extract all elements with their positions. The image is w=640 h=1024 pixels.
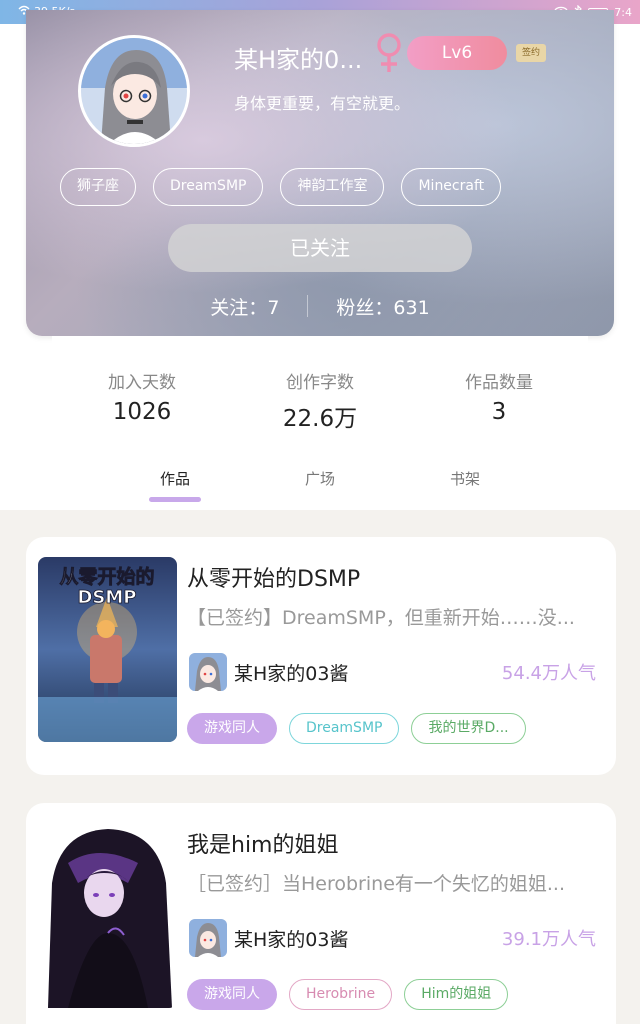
stats-divider: [307, 295, 309, 317]
book-description: ［已签约］当Herobrine有一个失忆的姐姐...: [187, 873, 565, 895]
profile-card: 某H家的0... Lv6 签约 身体更重要，有空就更。 狮子座 DreamSMP…: [26, 10, 614, 336]
stat-days-value: 1026: [112, 399, 172, 425]
tab-works[interactable]: 作品: [135, 468, 215, 489]
status-time: 7:4: [614, 6, 632, 19]
book-cover[interactable]: [38, 823, 177, 1008]
signed-badge: 签约: [516, 44, 546, 62]
stat-days: 加入天数 1026: [52, 368, 232, 425]
stat-words: 创作字数 22.6万: [230, 368, 410, 433]
author-avatar[interactable]: [189, 653, 227, 691]
profile-tag[interactable]: 狮子座: [60, 168, 136, 206]
author-avatar-art: [189, 653, 227, 691]
book-description: 【已签约】DreamSMP，但重新开始……没...: [187, 607, 575, 629]
stat-works-label: 作品数量: [465, 373, 533, 393]
tab-square[interactable]: 广场: [280, 468, 360, 489]
profile-tags: 狮子座 DreamSMP 神韵工作室 Minecraft: [60, 168, 502, 206]
popularity: 39.1万人气: [501, 929, 596, 950]
following-stat[interactable]: 关注：7: [210, 293, 279, 320]
stat-words-value: 22.6万: [282, 406, 358, 432]
cover-title-line2: DSMP: [77, 587, 136, 608]
avatar[interactable]: [78, 35, 190, 147]
book-tags: 游戏同人 Herobrine Him的姐姐: [187, 979, 509, 1010]
tab-indicator: [149, 497, 201, 502]
stat-days-label: 加入天数: [108, 373, 176, 393]
fans-label: 粉丝：: [336, 296, 394, 319]
author-avatar[interactable]: [189, 919, 227, 957]
tab-bookshelf[interactable]: 书架: [425, 468, 505, 489]
stat-words-label: 创作字数: [286, 373, 354, 393]
female-icon: [374, 32, 404, 74]
book-tag[interactable]: Him的姐姐: [404, 979, 509, 1010]
book-cover-art: [38, 823, 177, 1008]
cover-title-line1: 从零开始的: [59, 565, 154, 588]
book-tag[interactable]: DreamSMP: [289, 713, 400, 744]
book-title[interactable]: 我是him的姐姐: [187, 827, 339, 859]
follow-stats: 关注：7 粉丝：631: [26, 292, 614, 320]
following-label: 关注：: [210, 296, 268, 319]
book-tags: 游戏同人 DreamSMP 我的世界D...: [187, 713, 526, 744]
book-tag[interactable]: 游戏同人: [187, 979, 277, 1010]
book-card[interactable]: 从零开始的 DSMP 从零开始的DSMP 【已签约】DreamSMP，但重新开始…: [26, 537, 616, 775]
stat-works-value: 3: [491, 399, 507, 425]
book-title[interactable]: 从零开始的DSMP: [187, 561, 360, 593]
book-cover-art: 从零开始的 DSMP: [38, 557, 177, 742]
following-count: 7: [267, 296, 280, 319]
popularity: 54.4万人气: [501, 663, 596, 684]
profile-tag[interactable]: 神韵工作室: [280, 168, 385, 206]
profile-bio: 身体更重要，有空就更。: [234, 94, 411, 113]
stat-works: 作品数量 3: [409, 368, 589, 425]
book-cover[interactable]: 从零开始的 DSMP: [38, 557, 177, 742]
fans-count: 631: [393, 296, 430, 319]
book-tag[interactable]: Herobrine: [289, 979, 393, 1010]
author-avatar-art: [189, 919, 227, 957]
book-tag[interactable]: 我的世界D...: [411, 713, 526, 744]
avatar-illustration: [81, 38, 187, 144]
author-name[interactable]: 某H家的03酱: [234, 925, 348, 952]
fans-stat[interactable]: 粉丝：631: [336, 293, 429, 320]
author-name[interactable]: 某H家的03酱: [234, 659, 348, 686]
follow-button[interactable]: 已关注: [168, 224, 472, 272]
profile-tag[interactable]: DreamSMP: [153, 168, 264, 206]
level-badge: Lv6: [407, 36, 507, 70]
tab-bar: 作品 广场 书架: [0, 462, 640, 508]
stats-card: 加入天数 1026 创作字数 22.6万 作品数量 3: [52, 336, 588, 458]
username: 某H家的0...: [234, 46, 363, 74]
book-tag[interactable]: 游戏同人: [187, 713, 277, 744]
profile-tag[interactable]: Minecraft: [401, 168, 502, 206]
book-card[interactable]: 我是him的姐姐 ［已签约］当Herobrine有一个失忆的姐姐... 某H家的…: [26, 803, 616, 1024]
